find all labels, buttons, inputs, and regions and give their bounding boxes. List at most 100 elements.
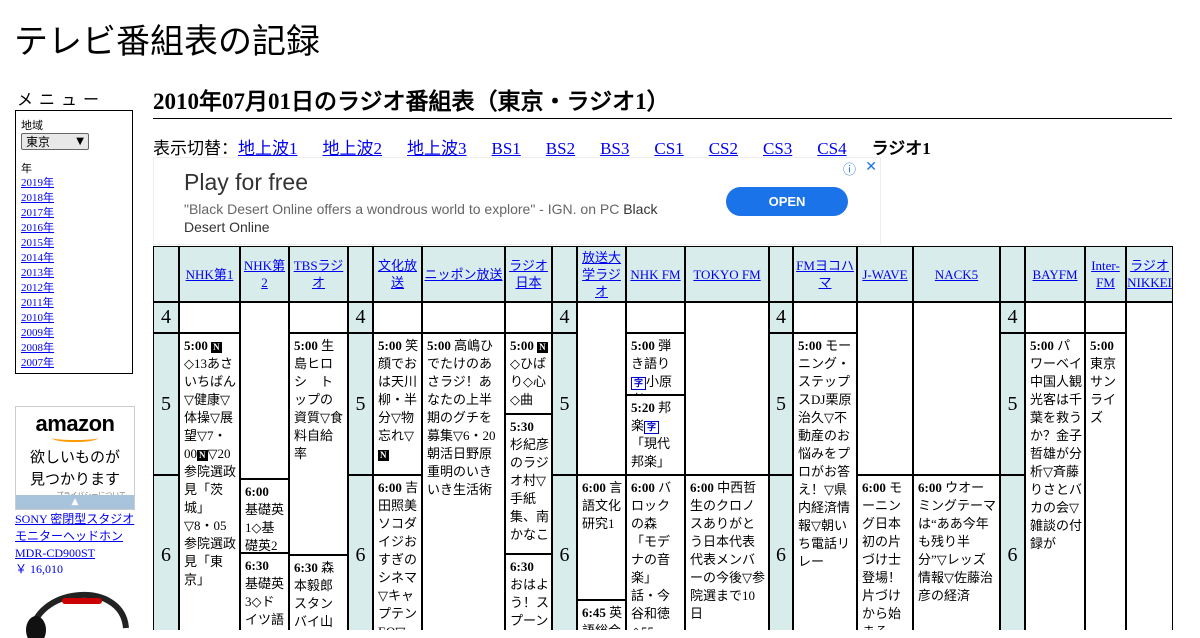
program-text: 生島ヒロシ トップの資質▽食料自給率 <box>294 338 343 461</box>
station-link-nhkfm[interactable]: NHK FM <box>630 266 680 283</box>
program-cell[interactable]: 6:30 基礎英3◇ドイツ語 <box>240 553 289 630</box>
switch-link-bs1[interactable]: BS1 <box>492 139 521 158</box>
program-cell[interactable]: 5:00 高嶋ひでたけのあさラジ！あなたの上半期のグチを募集▽6・20朝活日野原… <box>422 333 505 630</box>
year-link-2009[interactable]: 2009年 <box>21 326 127 341</box>
program-cell[interactable]: 6:30 おはよう！スプーン <box>505 554 552 630</box>
switch-link-cs3[interactable]: CS3 <box>763 139 792 158</box>
switch-current-radio1: ラジオ1 <box>871 139 931 158</box>
program-time: 5:20 <box>631 400 655 415</box>
program-cell[interactable]: 5:00 N◇13あさいちばん▽健康▽体操▽展望▽7・00 N ▽20参院選政見「茨… <box>179 333 240 630</box>
view-switcher: 表示切替：地上波1 地上波2 地上波3 BS1 BS2 BS3 CS1 CS2 CS3 CS4 ラジ… <box>153 134 931 159</box>
amazon-ad[interactable]: amazon 欲しいものが 見つかります プライバシーについて ▲ <box>15 406 135 510</box>
amazon-tagline-line1: 欲しいものが <box>29 448 120 466</box>
station-link-tfm[interactable]: TOKYO FM <box>693 266 760 283</box>
headphone-image[interactable] <box>22 578 134 638</box>
year-link-2016[interactable]: 2016年 <box>21 221 127 236</box>
year-link-2019[interactable]: 2019年 <box>21 176 127 191</box>
year-link-2008[interactable]: 2008年 <box>21 341 127 356</box>
program-text: 基礎英1◇基礎英2 <box>245 502 285 553</box>
program-cell[interactable]: 6:45 英語総合 <box>577 600 626 630</box>
program-text: バロックの森「モデナの音楽」話・今谷和徳◇55 <box>631 480 672 630</box>
program-cell[interactable]: 6:00 言語文化研究1 <box>577 475 626 600</box>
station-link-qr[interactable]: 文化放送 <box>374 257 421 291</box>
program-cell-empty <box>505 302 552 333</box>
year-link-2015[interactable]: 2015年 <box>21 236 127 251</box>
program-cell[interactable]: 5:20 邦楽 字「現代邦楽」 <box>626 395 685 475</box>
program-cell-empty <box>685 302 769 475</box>
hour-header-corner <box>348 246 373 302</box>
program-time: 6:00 <box>582 480 606 495</box>
close-icon[interactable]: ✕ <box>865 158 877 175</box>
product-price: ￥ 16,010 <box>15 562 64 576</box>
switch-link-bs2[interactable]: BS2 <box>546 139 575 158</box>
switch-link-terrestrial1[interactable]: 地上波1 <box>238 139 298 158</box>
station-link-lf[interactable]: ニッポン放送 <box>424 266 502 283</box>
station-link-nhk1[interactable]: NHK第1 <box>186 266 234 283</box>
switch-link-terrestrial3[interactable]: 地上波3 <box>407 139 467 158</box>
info-icon[interactable]: ⓘ <box>843 159 856 178</box>
hour-label: 4 <box>769 302 793 333</box>
station-link-nhk2[interactable]: NHK第2 <box>241 257 288 291</box>
news-badge: N <box>378 450 389 461</box>
station-link-nikkei[interactable]: ラジオNIKKEI <box>1127 257 1172 291</box>
station-header: 文化放送 <box>373 246 422 302</box>
station-link-nack5[interactable]: NACK5 <box>935 266 978 283</box>
switch-link-cs2[interactable]: CS2 <box>709 139 738 158</box>
menu-label: メニュー <box>17 90 106 109</box>
program-cell-empty <box>289 302 348 333</box>
station-link-fmy[interactable]: FMヨコハマ <box>794 257 856 291</box>
year-link-2017[interactable]: 2017年 <box>21 206 127 221</box>
chevron-up-icon[interactable]: ▲ <box>16 495 134 509</box>
program-cell[interactable]: 6:00 バロックの森「モデナの音楽」話・今谷和徳◇55 <box>626 475 685 630</box>
program-time: 5:00 <box>798 338 822 353</box>
switch-link-cs1[interactable]: CS1 <box>654 139 683 158</box>
ad-body-text: "Black Desert Online offers a wondrous w… <box>184 201 620 217</box>
station-link-tbs[interactable]: TBSラジオ <box>290 257 347 291</box>
program-cell[interactable]: 6:00 モーニング日本初の片づけ士登場！片づけから始まる <box>857 475 913 630</box>
program-text: 杉紀彦のラジオ村▽手紙集、南かなこ <box>510 437 550 542</box>
year-link-2010[interactable]: 2010年 <box>21 311 127 326</box>
program-text: 東京サンライズ <box>1090 356 1117 425</box>
year-link-2011[interactable]: 2011年 <box>21 296 127 311</box>
program-cell[interactable]: 6:00 吉田照美ソコダイジおすぎのシネマ▽キャプテンEO▽ <box>373 475 422 630</box>
hour-label: 6 <box>153 475 179 630</box>
program-time: 6:00 <box>378 480 402 495</box>
station-link-ouj[interactable]: 放送大学ラジオ <box>578 249 625 300</box>
year-link-2012[interactable]: 2012年 <box>21 281 127 296</box>
product-link[interactable]: SONY 密閉型スタジオモニターヘッドホン MDR-CD900ST <box>15 511 140 562</box>
year-link-2007[interactable]: 2007年 <box>21 356 127 371</box>
program-cell[interactable]: 5:00 弾き語り字小原孝 <box>626 333 685 395</box>
program-text: 高嶋ひでたけのあさラジ！あなたの上半期のグチを募集▽6・20朝活日野原重明のいき… <box>427 338 496 497</box>
program-cell[interactable]: 6:30 森本毅郎スタンバイ山縣裕一 <box>289 555 348 630</box>
ad-banner[interactable]: Play for free "Black Desert Online offer… <box>153 157 881 245</box>
program-cell[interactable]: 6:00 基礎英1◇基礎英2 <box>240 479 289 553</box>
station-header: 放送大学ラジオ <box>577 246 626 302</box>
program-cell[interactable]: 6:00 ウオーミングテーマは“ああ今年も残り半分”▽レッズ情報▽佐藤治彦の経済 <box>913 475 1000 630</box>
program-cell-empty <box>240 302 289 479</box>
program-time: 6:30 <box>294 560 318 575</box>
year-link-2018[interactable]: 2018年 <box>21 191 127 206</box>
program-cell[interactable]: 5:00 モーニング・ステップスDJ栗原治久▽不動産のお悩みをプロがお答え！▽県… <box>793 333 857 630</box>
station-link-rf[interactable]: ラジオ日本 <box>506 257 551 291</box>
hour-label: 6 <box>769 475 793 630</box>
program-cell[interactable]: 5:00 N ◇ひばり◇心◇曲 <box>505 333 552 414</box>
year-link-2013[interactable]: 2013年 <box>21 266 127 281</box>
station-link-bayfm[interactable]: BAYFM <box>1032 266 1077 283</box>
region-select[interactable]: 東京 ▼ <box>21 133 89 150</box>
switch-link-bs3[interactable]: BS3 <box>600 139 629 158</box>
switch-link-cs4[interactable]: CS4 <box>817 139 846 158</box>
program-cell[interactable]: 5:00 笑顔でおは天川柳・半分▽物忘れ▽ N <box>373 333 422 475</box>
year-link-2014[interactable]: 2014年 <box>21 251 127 266</box>
station-link-interfm[interactable]: Inter-FM <box>1086 257 1125 291</box>
switch-link-terrestrial2[interactable]: 地上波2 <box>323 139 383 158</box>
program-cell[interactable]: 5:00 パワーベイ中国人観光客は千葉を救うか？金子哲雄が分析▽斉藤りさとバカの… <box>1025 333 1085 630</box>
program-text: モーニング・ステップスDJ栗原治久▽不動産のお悩みをプロがお答え！▽県内経済情報… <box>798 338 852 569</box>
program-cell[interactable]: 5:30 杉紀彦のラジオ村▽手紙集、南かなこ <box>505 414 552 554</box>
program-cell[interactable]: 5:00 生島ヒロシ トップの資質▽食料自給率 <box>289 333 348 555</box>
program-text: 基礎英3◇ドイツ語 <box>245 576 285 627</box>
station-link-jwave[interactable]: J-WAVE <box>862 266 907 283</box>
ad-open-button[interactable]: OPEN <box>726 187 848 216</box>
program-cell[interactable]: 6:00 中西哲生のクロノスありがとう日本代表代表メンバーの今後▽参院選まで10… <box>685 475 769 630</box>
program-cell[interactable]: 5:00 東京サンライズ <box>1085 333 1126 630</box>
program-time: 6:30 <box>245 558 269 573</box>
